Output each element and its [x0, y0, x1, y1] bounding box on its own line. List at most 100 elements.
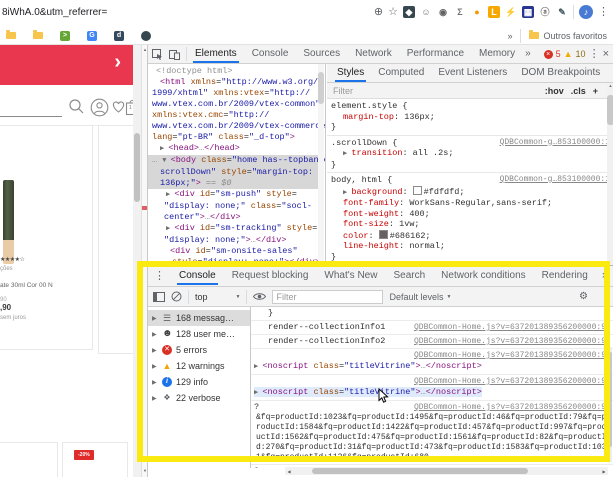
more-tabs-icon[interactable]: »	[523, 45, 533, 63]
expand-icon[interactable]: ▶	[152, 395, 158, 402]
console-settings-icon[interactable]: ⚙	[579, 291, 588, 302]
css-property-name[interactable]: transition	[351, 148, 402, 158]
dom-tree-line[interactable]: "display: none;" class="socl-	[148, 201, 318, 212]
drawer-tab-what's-new[interactable]: What's New	[322, 267, 379, 285]
css-property-line[interactable]: color: #686162;	[331, 230, 610, 242]
profile-avatar[interactable]: ♪	[579, 5, 593, 19]
dom-tree-line[interactable]: center">…</div>	[148, 212, 318, 223]
account-icon[interactable]	[90, 98, 109, 117]
bookmark-item[interactable]: >	[60, 31, 74, 41]
tab-sources[interactable]: Sources	[301, 45, 342, 63]
product-card[interactable]	[0, 442, 58, 477]
css-property-line[interactable]: ▶ background: #fdfdfd;	[331, 186, 610, 199]
warning-badge-icon[interactable]: ▲	[564, 50, 573, 59]
css-property-value[interactable]: 400;	[409, 209, 429, 219]
bookmarks-overflow-icon[interactable]: »	[507, 31, 512, 41]
extension-icon[interactable]: ◉	[437, 6, 449, 18]
styles-tab-styles[interactable]: Styles	[335, 64, 366, 82]
tab-elements[interactable]: Elements	[193, 45, 239, 63]
console-hscrollbar[interactable]: ◀ ▶	[285, 467, 608, 475]
dom-tree-line[interactable]: style="display: none;"></div>	[148, 257, 318, 265]
expand-icon[interactable]: ▶	[152, 363, 158, 370]
promo-banner[interactable]: ›	[0, 45, 133, 85]
css-property-line[interactable]: margin-top: 136px;	[331, 112, 610, 123]
scroll-left-icon[interactable]: ◀	[285, 469, 293, 474]
search-input[interactable]	[0, 116, 62, 117]
dom-tree-line[interactable]: 136px;"> == $0	[148, 178, 318, 189]
product-card[interactable]	[62, 442, 128, 477]
styles-scroll-up-icon[interactable]: ▲	[607, 83, 613, 88]
console-scrollbar[interactable]	[607, 347, 612, 462]
dom-tree-line[interactable]: xmlns:vtex.cmc="http://	[148, 110, 318, 121]
css-property-value[interactable]: #686162;	[390, 231, 431, 241]
drawer-tab-rendering[interactable]: Rendering	[540, 267, 590, 285]
bookmark-item[interactable]: d	[114, 31, 128, 41]
page-scrollbar-thumb[interactable]	[134, 133, 140, 202]
styles-tab-dom-breakpoints[interactable]: DOM Breakpoints	[519, 64, 602, 82]
css-selector[interactable]: .scrollDown {	[331, 138, 397, 149]
error-count[interactable]: 5	[556, 49, 561, 59]
stylesheet-link[interactable]: QDBCommon-g…853100000:1	[500, 175, 610, 186]
bookmark-item[interactable]	[6, 32, 20, 39]
css-selector[interactable]: element.style {	[331, 101, 408, 112]
extension-icon[interactable]: ⚡	[505, 6, 517, 18]
log-levels-selector[interactable]: Default levels ▼	[389, 292, 451, 302]
dom-tree-line[interactable]: ▶ <div id="sm-tracking" style=	[148, 223, 318, 235]
dom-tree-line[interactable]: … ▼ <body class="home has--topbanner	[148, 155, 318, 167]
css-property-value[interactable]: #fdfdfd;	[424, 187, 465, 197]
console-sidebar-toggle-icon[interactable]	[153, 292, 165, 302]
css-selector[interactable]: body, html {	[331, 175, 392, 186]
styles-tab-computed[interactable]: Computed	[376, 64, 426, 82]
css-property-line[interactable]: line-height: normal;	[331, 241, 610, 252]
css-property-name[interactable]: font-size	[343, 219, 389, 229]
styles-tab-event-listeners[interactable]: Event Listeners	[436, 64, 509, 82]
extension-icon[interactable]: ▦	[522, 6, 534, 18]
search-icon[interactable]	[68, 98, 85, 115]
extension-icon[interactable]: ●	[471, 6, 483, 18]
css-property-line[interactable]: font-weight: 400;	[331, 209, 610, 220]
expand-icon[interactable]: ▶	[152, 315, 158, 322]
css-property-value[interactable]: 136px;	[404, 112, 435, 122]
css-property-name[interactable]: margin-top	[343, 112, 394, 122]
dom-tree-line[interactable]: lang="pt-BR" class="_d-top">	[148, 132, 318, 143]
page-scrollbar[interactable]	[133, 45, 141, 477]
context-selector[interactable]: top ▼	[195, 292, 240, 302]
console-filter-user[interactable]: ▶☻128 user me…	[148, 326, 250, 342]
devtools-close-icon[interactable]: ×	[603, 47, 609, 61]
console-filter-info[interactable]: ▶i129 info	[148, 374, 250, 390]
product-name[interactable]: ate 30ml Cor 00 N	[0, 282, 53, 289]
devtools-menu-icon[interactable]: ⋮	[589, 47, 600, 61]
source-link[interactable]: QDBCommon-Home.js?v=637201389356200000:9	[414, 377, 609, 386]
drawer-close-icon[interactable]: ×	[602, 270, 612, 282]
css-property-value[interactable]: normal;	[409, 241, 445, 251]
elements-scrollbar-thumb[interactable]	[318, 72, 324, 104]
drawer-tab-network-conditions[interactable]: Network conditions	[439, 267, 527, 285]
css-property-line[interactable]: font-size: 1vw;	[331, 219, 610, 230]
product-card[interactable]	[98, 125, 133, 354]
source-link[interactable]: QDBCommon-Home.js?v=637201389356200000:9	[414, 351, 609, 360]
dom-tree-line[interactable]: <!doctype html>	[148, 66, 318, 77]
tab-network[interactable]: Network	[353, 45, 394, 63]
page-actions-icon[interactable]: ⊕	[374, 5, 383, 19]
inspect-element-icon[interactable]	[152, 49, 163, 60]
dom-node-preview[interactable]: ▶ <noscript class="titleVitrine">…</nosc…	[254, 361, 609, 373]
source-link[interactable]: QDBCommon-Home.js?v=637201389356200000:9	[414, 402, 609, 413]
extension-icon[interactable]: L	[488, 6, 500, 18]
toggle-class-button[interactable]: .cls	[571, 86, 586, 96]
error-badge-icon[interactable]: ×	[544, 50, 553, 59]
bookmark-star-icon[interactable]: ☆	[388, 5, 398, 19]
dom-tree-line[interactable]: ▶ <head>…</head>	[148, 143, 318, 155]
dom-tree-line[interactable]: 1999/xhtml" xmlns:vtex="http://	[148, 88, 318, 99]
source-link[interactable]: QDBCommon-Home.js?v=637201389356200000:9	[414, 322, 609, 333]
bookmark-item[interactable]	[33, 32, 47, 39]
css-property-name[interactable]: font-weight	[343, 209, 399, 219]
dom-tree-line[interactable]: ▶ <div id="sm-push" style=	[148, 189, 318, 201]
new-rule-button[interactable]: +	[593, 86, 598, 96]
dom-node-preview[interactable]: ▶ <noscript class="titleVitrine">…</nosc…	[254, 387, 609, 399]
console-filter-verb[interactable]: ▶❖22 verbose	[148, 390, 250, 406]
tab-memory[interactable]: Memory	[477, 45, 517, 63]
drawer-tab-search[interactable]: Search	[391, 267, 427, 285]
css-property-value[interactable]: WorkSans-Regular,sans-serif;	[409, 198, 552, 208]
drawer-tab-request-blocking[interactable]: Request blocking	[230, 267, 311, 285]
dom-tree-line[interactable]: www.vtex.com.br/2009/vtex-common"	[148, 99, 318, 110]
